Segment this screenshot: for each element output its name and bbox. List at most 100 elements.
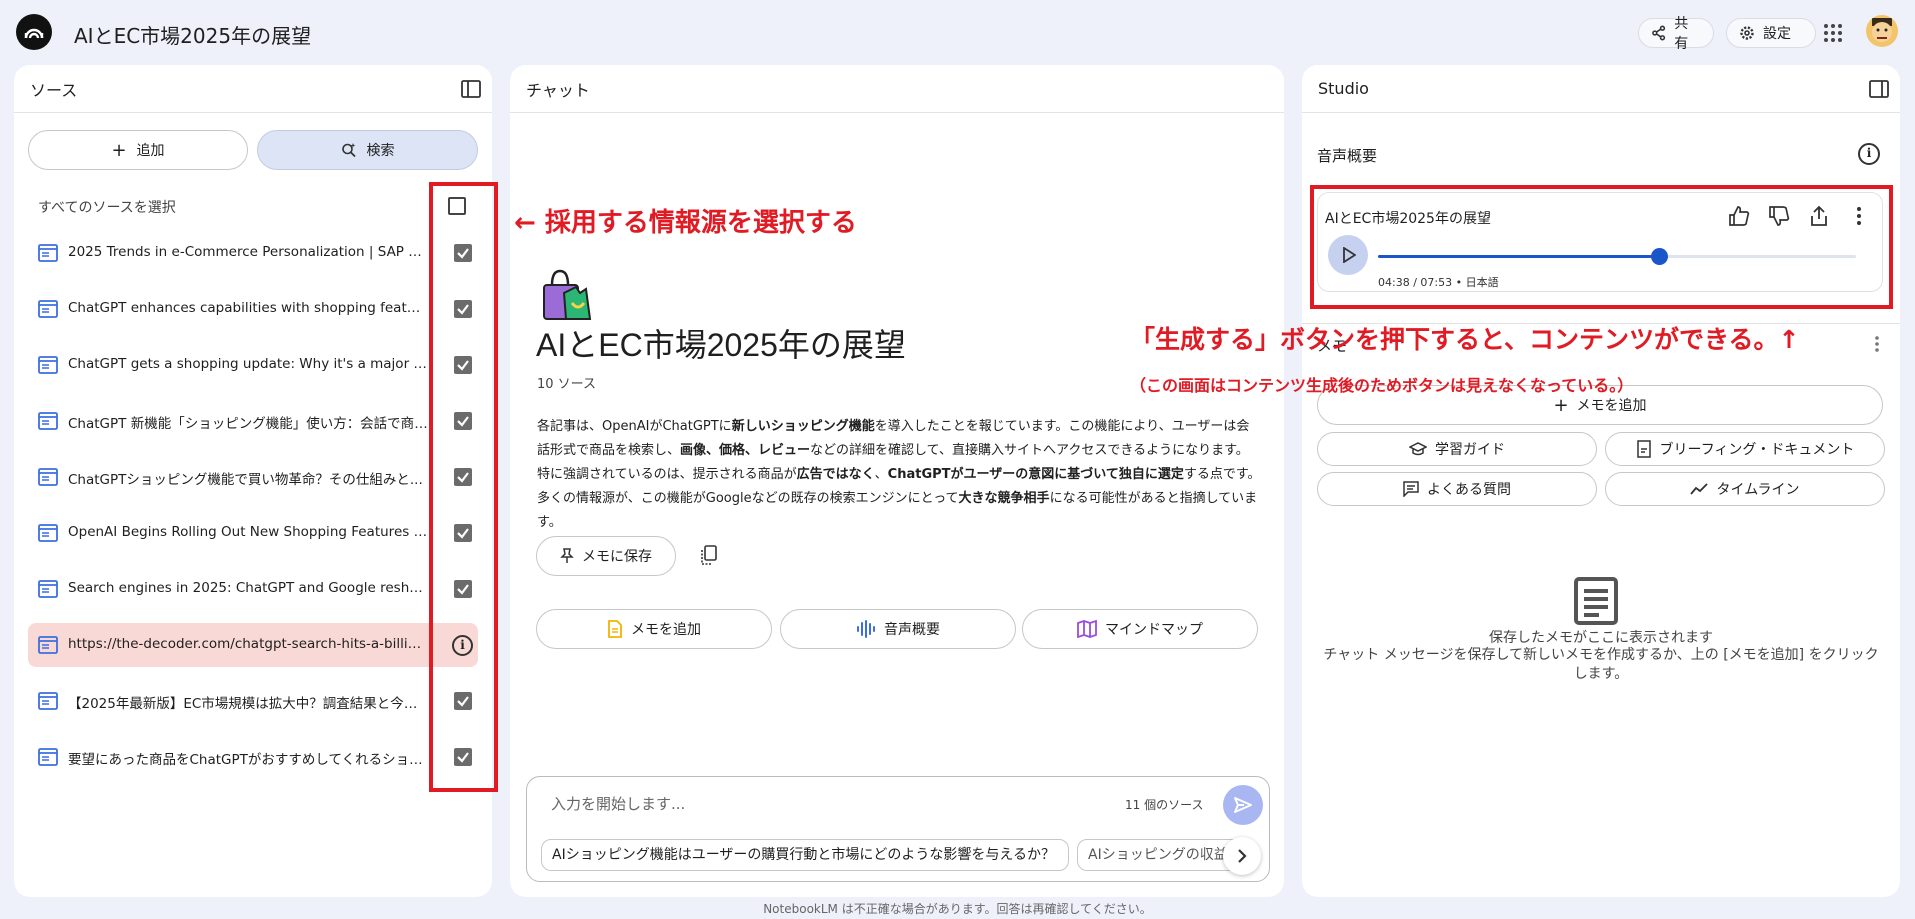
empty-memo-description: チャット メッセージを保存して新しいメモを作成するか、上の [メモを追加] をク… xyxy=(1323,647,1879,682)
collapse-panel-icon[interactable] xyxy=(1868,78,1890,100)
source-item[interactable]: ChatGPT enhances capabilities with shopp… xyxy=(28,287,478,331)
audio-overview-label: 音声概要 xyxy=(884,622,940,638)
annotation-select-sources: ← 採用する情報源を選択する xyxy=(514,208,857,238)
chevron-right-icon xyxy=(1238,849,1247,863)
source-item[interactable]: ChatGPTショッピング機能で買い物革命？その仕組みと... xyxy=(28,455,478,499)
save-to-memo-button[interactable]: メモに保存 xyxy=(536,536,676,576)
add-memo-button[interactable]: メモを追加 xyxy=(536,609,772,649)
document-icon xyxy=(38,468,58,486)
source-title: OpenAI Begins Rolling Out New Shopping F… xyxy=(68,524,428,540)
gear-icon xyxy=(1740,26,1754,40)
pin-icon xyxy=(560,548,574,563)
add-source-button[interactable]: + 追加 xyxy=(28,130,248,170)
source-item[interactable]: 【2025年最新版】EC市場規模は拡大中？調査結果と今後の... xyxy=(28,679,478,723)
select-all-label: すべてのソースを選択 xyxy=(38,200,176,216)
checkbox-highlight-box xyxy=(429,182,498,792)
notebook-summary: 各記事は、OpenAIがChatGPTに新しいショッピング機能を導入したことを報… xyxy=(537,415,1261,535)
audio-card-highlight-box xyxy=(1310,185,1893,309)
audio-wave-icon xyxy=(857,620,875,638)
mindmap-button[interactable]: マインドマップ xyxy=(1022,609,1258,649)
notebook-heading: AIとEC市場2025年の展望 xyxy=(536,327,906,363)
study-guide-button[interactable]: 学習ガイド xyxy=(1317,432,1597,466)
source-title: ChatGPT enhances capabilities with shopp… xyxy=(68,300,428,316)
document-icon xyxy=(38,748,58,766)
studio-panel-title: Studio xyxy=(1318,79,1369,98)
more-vert-icon[interactable] xyxy=(1874,335,1880,353)
source-item[interactable]: ChatGPT gets a shopping update: Why it's… xyxy=(28,343,478,387)
study-guide-label: 学習ガイド xyxy=(1435,442,1505,458)
summary-segment: 広告ではなく xyxy=(796,467,875,482)
share-label: 共有 xyxy=(1674,16,1689,52)
share-button[interactable]: 共有 xyxy=(1638,16,1714,52)
note-placeholder-icon xyxy=(1574,577,1618,625)
input-source-count: 11 個のソース xyxy=(1125,798,1204,812)
timeline-button[interactable]: タイムライン xyxy=(1605,472,1885,506)
send-icon xyxy=(1234,797,1252,813)
source-item[interactable]: OpenAI Begins Rolling Out New Shopping F… xyxy=(28,511,478,555)
source-item[interactable]: ChatGPT 新機能「ショッピング機能」使い方：会話で商品... xyxy=(28,399,478,443)
add-memo-label: メモを追加 xyxy=(631,622,701,638)
share-icon xyxy=(1652,25,1666,41)
chat-input[interactable]: 入力を開始します... xyxy=(551,793,685,814)
chat-panel-header: チャット xyxy=(510,65,1284,113)
add-source-label: 追加 xyxy=(136,143,165,159)
source-title: ChatGPT gets a shopping update: Why it's… xyxy=(68,356,428,372)
document-icon xyxy=(38,692,58,710)
save-to-memo-label: メモに保存 xyxy=(582,549,652,565)
annotation-generate-note: （この画面はコンテンツ生成後のためボタンは見えなくなっている。） xyxy=(1130,376,1634,395)
empty-memo-title: 保存したメモがここに表示されます xyxy=(1489,630,1713,646)
settings-button[interactable]: 設定 xyxy=(1726,18,1816,48)
discover-sources-button[interactable]: 検索 xyxy=(257,130,478,170)
summary-segment: 大きな競争相手 xyxy=(958,491,1050,506)
shopping-bag-icon xyxy=(543,269,592,320)
document-icon xyxy=(38,356,58,374)
notebooklm-logo-icon[interactable] xyxy=(16,14,52,50)
collapse-panel-icon[interactable] xyxy=(460,78,482,100)
source-item[interactable]: 2025 Trends in e-Commerce Personalizatio… xyxy=(28,231,478,275)
audio-overview-button[interactable]: 音声概要 xyxy=(780,609,1016,649)
annotation-generate: 「生成する」ボタンを押下すると、コンテンツができる。↑ xyxy=(1130,325,1800,354)
info-icon[interactable]: i xyxy=(1858,143,1880,165)
summary-segment: 新しいショッピング機能 xyxy=(731,419,875,434)
summary-segment: 画像、価格、レビュー xyxy=(680,443,811,458)
faq-button[interactable]: よくある質問 xyxy=(1317,472,1597,506)
copy-icon[interactable] xyxy=(698,544,720,566)
briefing-doc-button[interactable]: ブリーフィング・ドキュメント xyxy=(1605,432,1885,466)
chat-input-box[interactable]: 入力を開始します... 11 個のソース AIショッピング機能はユーザーの購買行… xyxy=(526,776,1270,882)
summary-segment: 、 xyxy=(874,467,888,482)
settings-label: 設定 xyxy=(1763,26,1791,42)
document-icon xyxy=(38,244,58,262)
graduation-cap-icon xyxy=(1409,442,1427,456)
send-button[interactable] xyxy=(1223,785,1263,825)
source-item[interactable]: 要望にあった商品をChatGPTがおすすめしてくれるショッピング... xyxy=(28,735,478,779)
discover-sources-label: 検索 xyxy=(366,143,395,159)
plus-icon: + xyxy=(111,139,127,161)
source-title: 要望にあった商品をChatGPTがおすすめしてくれるショッピング... xyxy=(68,752,428,768)
studio-panel-header: Studio xyxy=(1302,65,1900,113)
source-item[interactable]: https://the-decoder.com/chatgpt-search-h… xyxy=(28,623,478,667)
source-title: ChatGPTショッピング機能で買い物革命？その仕組みと... xyxy=(68,472,423,488)
next-suggestions-button[interactable] xyxy=(1223,837,1261,875)
suggestion-chip[interactable]: AIショッピングの収益 xyxy=(1077,839,1245,871)
document-icon xyxy=(38,524,58,542)
studio-panel: Studio 音声概要 i AIとEC市場2025年の展望 04:38 / 07… xyxy=(1302,65,1900,897)
faq-label: よくある質問 xyxy=(1427,482,1511,498)
avatar[interactable] xyxy=(1866,15,1898,47)
summary-segment: 各記事は、OpenAIがChatGPTに xyxy=(537,419,732,434)
briefing-doc-label: ブリーフィング・ドキュメント xyxy=(1659,442,1855,458)
mindmap-label: マインドマップ xyxy=(1105,622,1203,638)
notebook-title[interactable]: AIとEC市場2025年の展望 xyxy=(74,20,311,49)
source-item[interactable]: Search engines in 2025: ChatGPT and Goog… xyxy=(28,567,478,611)
sources-panel-title: ソース xyxy=(30,80,78,100)
source-title: Search engines in 2025: ChatGPT and Goog… xyxy=(68,580,428,596)
source-count: 10 ソース xyxy=(537,377,597,392)
top-bar: AIとEC市場2025年の展望 共有 設定 xyxy=(0,0,1915,64)
sources-panel: ソース + 追加 検索 すべてのソースを選択 2025 Trends in e-… xyxy=(14,65,498,897)
source-title: ChatGPT 新機能「ショッピング機能」使い方：会話で商品... xyxy=(68,416,428,432)
apps-grid-icon[interactable] xyxy=(1822,22,1844,44)
plus-icon: + xyxy=(1553,394,1569,416)
suggestion-chip[interactable]: AIショッピング機能はユーザーの購買行動と市場にどのような影響を与えるか？ xyxy=(541,839,1069,871)
search-sparkle-icon xyxy=(341,143,356,158)
document-icon xyxy=(38,300,58,318)
document-icon xyxy=(38,580,58,598)
